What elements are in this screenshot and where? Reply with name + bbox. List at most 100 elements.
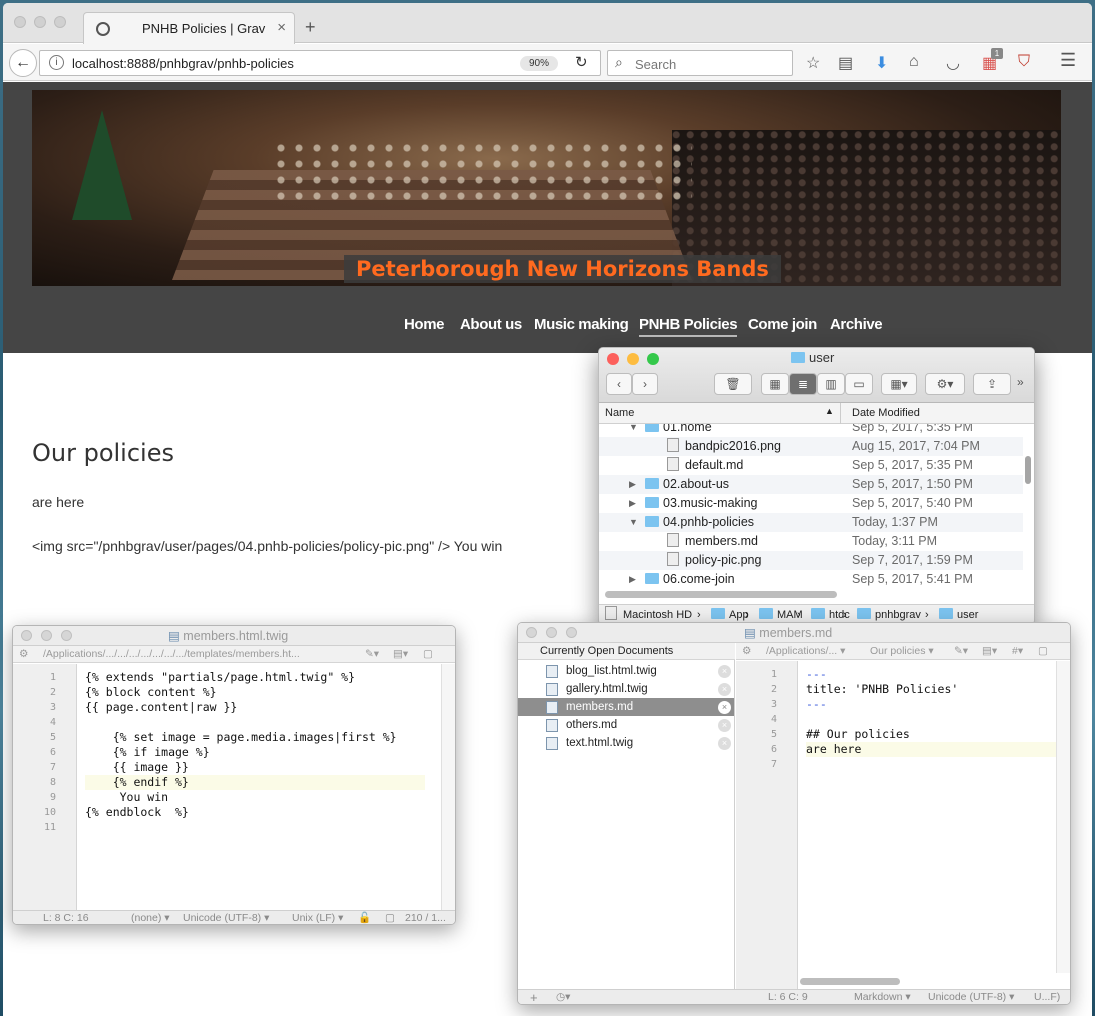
list-item[interactable]: default.md Sep 5, 2017, 5:35 PM — [599, 456, 1023, 475]
finder-forward-button[interactable]: › — [632, 373, 658, 395]
cursor-position[interactable]: L: 6 C: 9 — [768, 990, 808, 1004]
column-name-header[interactable]: Name — [605, 407, 634, 419]
code-line[interactable]: {% if image %} — [85, 745, 425, 760]
encoding-menu[interactable]: Unicode (UTF-8) ▾ — [928, 990, 1014, 1004]
function-menu-icon[interactable]: ▤▾ — [393, 646, 408, 662]
code-line[interactable]: --- — [806, 697, 1070, 712]
code-line[interactable]: {% endblock %} — [85, 805, 425, 820]
url-bar[interactable]: i localhost:8888/pnhbgrav/pnhb-policies … — [39, 50, 601, 76]
column-view-button[interactable]: ▥ — [817, 373, 845, 395]
minimize-window-button[interactable] — [34, 16, 46, 28]
nav-music-making[interactable]: Music making — [534, 316, 629, 333]
column-date-header[interactable]: Date Modified — [852, 407, 920, 419]
list-item[interactable]: ▶ 03.music-making Sep 5, 2017, 5:40 PM — [599, 494, 1023, 513]
home-icon[interactable]: ⌂ — [909, 53, 919, 71]
twig-close-button[interactable] — [21, 630, 32, 641]
finder-back-button[interactable]: ‹ — [606, 373, 632, 395]
list-item[interactable]: ▼ 04.pnhb-policies Today, 1:37 PM — [599, 513, 1023, 532]
code-line[interactable] — [806, 712, 1070, 727]
menu-hamburger-icon[interactable]: ☰ — [1060, 50, 1076, 71]
close-document-icon[interactable]: × — [718, 719, 731, 732]
md-zoom-button[interactable] — [566, 627, 577, 638]
list-item[interactable]: members.md Today, 3:11 PM — [599, 532, 1023, 551]
twig-vertical-scrollbar[interactable] — [441, 664, 455, 910]
open-document-item[interactable]: others.md × — [518, 716, 734, 734]
gear-icon[interactable]: ⚙ — [742, 643, 751, 659]
code-line[interactable] — [806, 757, 1070, 772]
finder-minimize-button[interactable] — [627, 353, 639, 365]
doc-info-icon[interactable]: ▢ — [423, 646, 433, 662]
marker-menu-icon[interactable]: ✎▾ — [365, 646, 379, 662]
url-text[interactable]: localhost:8888/pnhbgrav/pnhb-policies — [72, 56, 294, 71]
share-icon[interactable]: ⇪ — [973, 373, 1011, 395]
list-item[interactable]: bandpic2016.png Aug 15, 2017, 7:04 PM — [599, 437, 1023, 456]
browser-tab[interactable]: PNHB Policies | Grav × — [83, 12, 295, 44]
reload-icon[interactable]: ↻ — [575, 53, 588, 71]
icon-view-button[interactable]: ▦ — [761, 373, 789, 395]
open-document-item[interactable]: members.md × — [518, 698, 734, 716]
list-item[interactable]: ▶ 06.come-join Sep 5, 2017, 5:41 PM — [599, 570, 1023, 589]
bookmark-star-icon[interactable]: ☆ — [806, 53, 820, 73]
twig-code-area[interactable]: {% extends "partials/page.html.twig" %} {… — [77, 664, 441, 910]
list-item[interactable]: ▼ 01.home Sep 5, 2017, 5:35 PM — [599, 424, 1023, 437]
twig-path-menu[interactable]: /Applications/.../.../.../.../.../.../..… — [43, 646, 300, 662]
nav-about-us[interactable]: About us — [460, 316, 522, 333]
code-line[interactable]: {% extends "partials/page.html.twig" %} — [85, 670, 425, 685]
language-menu[interactable]: (none) ▾ — [131, 911, 170, 924]
lock-icon[interactable]: 🔓 — [358, 911, 371, 924]
close-document-icon[interactable]: × — [718, 665, 731, 678]
code-line[interactable]: {% endif %} — [85, 775, 425, 790]
md-minimize-button[interactable] — [546, 627, 557, 638]
close-document-icon[interactable]: × — [718, 683, 731, 696]
downloads-icon[interactable]: ⬇ — [875, 53, 888, 73]
code-line[interactable]: --- — [806, 667, 1070, 682]
open-document-item[interactable]: text.html.twig × — [518, 734, 734, 752]
zoom-indicator[interactable]: 90% — [520, 56, 558, 71]
open-document-item[interactable]: blog_list.html.twig × — [518, 662, 734, 680]
function-menu-icon[interactable]: ▤▾ — [982, 643, 997, 659]
marker-menu-icon[interactable]: ✎▾ — [954, 643, 968, 659]
code-line[interactable]: ## Our policies — [806, 727, 1070, 742]
nav-home[interactable]: Home — [404, 316, 444, 333]
list-item[interactable]: policy-pic.png Sep 7, 2017, 1:59 PM — [599, 551, 1023, 570]
finder-close-button[interactable] — [607, 353, 619, 365]
close-document-icon[interactable]: × — [718, 737, 731, 750]
code-line[interactable]: {{ image }} — [85, 760, 425, 775]
finder-horizontal-scrollbar[interactable] — [605, 591, 837, 598]
gear-icon[interactable]: ⚙ — [19, 646, 28, 662]
ublock-icon[interactable]: ⛉ — [1018, 53, 1030, 71]
disclosure-closed-icon[interactable]: ▶ — [629, 494, 636, 513]
disclosure-open-icon[interactable]: ▼ — [629, 513, 638, 532]
add-document-icon[interactable]: + — [530, 990, 538, 1004]
close-window-button[interactable] — [14, 16, 26, 28]
line-endings-menu[interactable]: U...F) — [1034, 990, 1060, 1004]
coverflow-view-button[interactable]: ▭ — [845, 373, 873, 395]
hash-menu-icon[interactable]: #▾ — [1012, 643, 1023, 659]
toolbar-overflow-icon[interactable]: » — [1017, 375, 1024, 389]
md-code-area[interactable]: --- title: 'PNHB Policies' --- ## Our polic… — [798, 661, 1070, 973]
md-vertical-scrollbar[interactable] — [1056, 661, 1070, 973]
code-line[interactable]: You win — [85, 790, 425, 805]
site-info-icon[interactable]: i — [49, 55, 64, 70]
new-tab-button[interactable]: + — [305, 17, 316, 38]
finder-zoom-button[interactable] — [647, 353, 659, 365]
disclosure-closed-icon[interactable]: ▶ — [629, 570, 636, 589]
disclosure-open-icon[interactable]: ▼ — [629, 424, 638, 437]
action-gear-icon[interactable]: ⚙▾ — [925, 373, 965, 395]
nav-come-join[interactable]: Come join — [748, 316, 817, 333]
history-clock-icon[interactable]: ◷▾ — [556, 990, 570, 1004]
md-close-button[interactable] — [526, 627, 537, 638]
md-function-menu[interactable]: Our policies ▾ — [870, 643, 934, 659]
list-view-button[interactable]: ≣ — [789, 373, 817, 395]
cursor-position[interactable]: L: 8 C: 16 — [43, 911, 89, 924]
encoding-menu[interactable]: Unicode (UTF-8) ▾ — [183, 911, 269, 924]
pocket-icon[interactable]: ◡ — [946, 53, 960, 73]
md-path-menu[interactable]: /Applications/... ▾ — [766, 643, 845, 659]
twig-minimize-button[interactable] — [41, 630, 52, 641]
code-line[interactable]: {% set image = page.media.images|first %… — [85, 730, 425, 745]
doc-info-icon[interactable]: ▢ — [1038, 643, 1048, 659]
twig-zoom-button[interactable] — [61, 630, 72, 641]
back-button[interactable]: ← — [9, 49, 37, 77]
code-line[interactable]: {{ page.content|raw }} — [85, 700, 425, 715]
nav-pnhb-policies[interactable]: PNHB Policies — [639, 316, 738, 337]
